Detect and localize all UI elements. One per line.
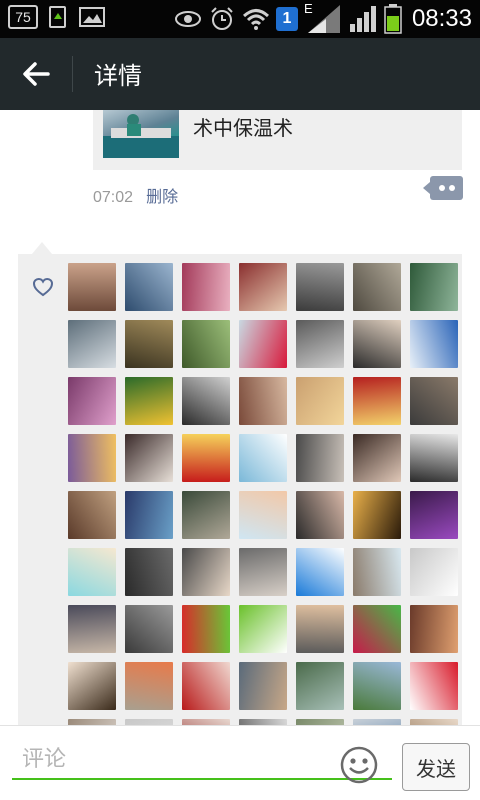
liker-avatar[interactable] xyxy=(125,548,173,596)
title-bar: 详情 xyxy=(0,38,480,110)
liker-avatar[interactable] xyxy=(182,548,230,596)
liker-avatar[interactable] xyxy=(296,434,344,482)
liker-avatar[interactable] xyxy=(353,434,401,482)
eye-icon xyxy=(174,6,202,32)
liker-avatar[interactable] xyxy=(296,320,344,368)
alarm-icon xyxy=(208,6,236,32)
status-time: 08:33 xyxy=(411,5,472,32)
liker-avatar[interactable] xyxy=(68,548,116,596)
sim-icon: 1 xyxy=(275,7,298,31)
status-bar: 75 1 E 08:33 xyxy=(0,0,480,38)
title-divider xyxy=(72,56,73,92)
liker-avatar[interactable] xyxy=(68,377,116,425)
liker-avatar[interactable] xyxy=(68,263,116,311)
liker-avatar[interactable] xyxy=(353,263,401,311)
liker-avatar[interactable] xyxy=(239,662,287,710)
liker-avatar[interactable] xyxy=(353,605,401,653)
liker-avatar[interactable] xyxy=(239,605,287,653)
liker-avatar[interactable] xyxy=(353,662,401,710)
liker-avatar[interactable] xyxy=(410,434,458,482)
liker-avatar[interactable] xyxy=(353,491,401,539)
liker-avatar[interactable] xyxy=(239,434,287,482)
liker-avatar[interactable] xyxy=(68,434,116,482)
liker-avatar[interactable] xyxy=(182,662,230,710)
delete-link[interactable]: 删除 xyxy=(146,187,178,206)
comment-dot xyxy=(439,185,445,191)
liker-avatar[interactable] xyxy=(182,605,230,653)
liker-avatar[interactable] xyxy=(68,662,116,710)
liker-avatar[interactable] xyxy=(296,263,344,311)
heart-icon xyxy=(32,276,54,298)
liker-avatar[interactable] xyxy=(410,491,458,539)
shared-link-card[interactable]: 术中保温术 xyxy=(93,110,462,170)
liker-avatar[interactable] xyxy=(296,491,344,539)
liker-avatar[interactable] xyxy=(182,263,230,311)
wifi-icon xyxy=(242,6,270,32)
post-time: 07:02 xyxy=(93,189,134,206)
shared-link-title: 术中保温术 xyxy=(193,116,293,140)
liker-avatar[interactable] xyxy=(125,662,173,710)
status-bar-right: 1 E 08:33 xyxy=(174,1,472,35)
refresh-icon xyxy=(44,4,72,30)
liker-avatar[interactable] xyxy=(410,377,458,425)
likes-panel xyxy=(18,242,462,725)
liker-avatar[interactable] xyxy=(125,320,173,368)
liker-avatar[interactable] xyxy=(68,605,116,653)
sim-badge: 1 xyxy=(282,10,292,27)
liker-avatar[interactable] xyxy=(182,434,230,482)
liker-avatar[interactable] xyxy=(353,377,401,425)
liker-avatar[interactable] xyxy=(296,605,344,653)
shared-link-thumbnail xyxy=(103,110,179,158)
battery-icon xyxy=(384,4,402,34)
liker-avatar[interactable] xyxy=(239,320,287,368)
liker-avatar[interactable] xyxy=(68,491,116,539)
liker-avatar[interactable] xyxy=(239,263,287,311)
liker-avatar[interactable] xyxy=(296,377,344,425)
emoji-smile-icon[interactable] xyxy=(340,746,378,784)
comment-input[interactable] xyxy=(12,740,392,780)
notification-count-icon: 75 xyxy=(8,5,38,29)
liker-avatar[interactable] xyxy=(239,377,287,425)
liker-avatar[interactable] xyxy=(68,320,116,368)
liker-avatar[interactable] xyxy=(353,320,401,368)
gallery-icon xyxy=(78,4,106,30)
liker-avatar[interactable] xyxy=(410,320,458,368)
liker-avatar[interactable] xyxy=(182,377,230,425)
liker-avatar[interactable] xyxy=(239,548,287,596)
arrow-left-icon xyxy=(23,62,50,86)
liker-avatar[interactable] xyxy=(182,320,230,368)
detail-content[interactable]: 术中保温术 07:02 删除 xyxy=(0,110,480,725)
signal-strength-icon xyxy=(348,4,378,34)
liker-avatar-grid xyxy=(68,263,458,725)
liker-avatar[interactable] xyxy=(410,263,458,311)
liker-avatar[interactable] xyxy=(410,662,458,710)
page-title: 详情 xyxy=(94,62,142,90)
liker-avatar[interactable] xyxy=(296,548,344,596)
liker-avatar[interactable] xyxy=(239,491,287,539)
liker-avatar[interactable] xyxy=(125,491,173,539)
liker-avatar[interactable] xyxy=(125,377,173,425)
liker-avatar[interactable] xyxy=(182,491,230,539)
send-button[interactable]: 发送 xyxy=(402,743,470,791)
liker-avatar[interactable] xyxy=(353,548,401,596)
status-bar-left: 75 xyxy=(8,4,106,30)
back-button[interactable] xyxy=(18,56,54,92)
liker-avatar[interactable] xyxy=(125,605,173,653)
liker-avatar[interactable] xyxy=(410,548,458,596)
post-meta: 07:02 删除 xyxy=(93,183,178,207)
comment-bar: 发送 xyxy=(0,725,480,800)
liker-avatar[interactable] xyxy=(125,434,173,482)
liker-avatar[interactable] xyxy=(410,605,458,653)
comment-bubble-icon[interactable] xyxy=(423,176,463,200)
liker-avatar[interactable] xyxy=(125,263,173,311)
comment-dot xyxy=(449,185,455,191)
signal-icon: E xyxy=(304,1,342,35)
liker-avatar[interactable] xyxy=(296,662,344,710)
